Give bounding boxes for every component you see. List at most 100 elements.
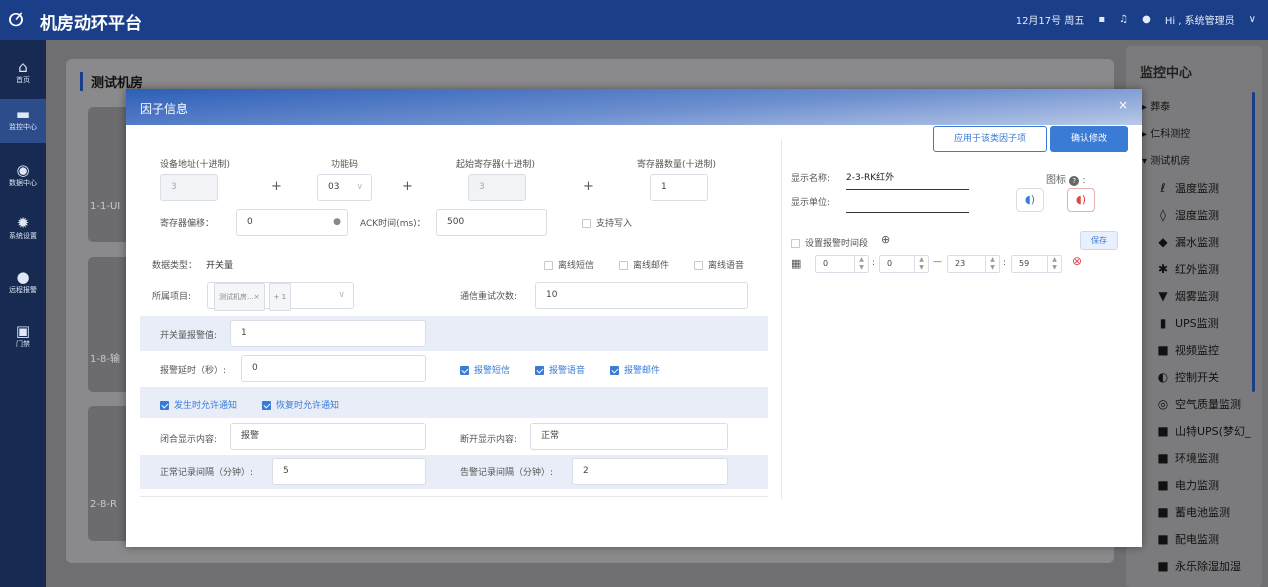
close-text-input[interactable]: 报警: [230, 423, 426, 450]
end-hour-spinner[interactable]: 23 ▲ ▼: [947, 255, 1000, 273]
remove-circle-icon[interactable]: ⊗: [1072, 254, 1082, 268]
tree-item[interactable]: ■ 山特UPS(梦幻_: [1156, 423, 1250, 439]
tree-group-label: 测试机房: [1150, 156, 1191, 167]
tree-scrollbar[interactable]: [1252, 92, 1255, 392]
register-offset-input[interactable]: 0 ●: [236, 209, 348, 236]
tree-item[interactable]: ▮ UPS监测: [1156, 315, 1219, 331]
alarm-voice-label: 报警语音: [549, 366, 586, 376]
notify-recover-checkbox[interactable]: 恢复时允许通知: [262, 398, 339, 411]
display-unit-input[interactable]: [846, 195, 969, 213]
tree-item-label: 永乐除湿加湿: [1175, 560, 1241, 573]
end-minute-spinner[interactable]: 59 ▲ ▼: [1011, 255, 1062, 273]
alarm-value-input[interactable]: 1: [230, 320, 426, 347]
notify-on-checkbox[interactable]: 发生时允许通知: [160, 398, 237, 411]
spinner-arrows[interactable]: ▲ ▼: [854, 256, 868, 272]
tree-item[interactable]: ◐ 控制开关: [1156, 369, 1219, 385]
spinner-arrows[interactable]: ▲ ▼: [1047, 256, 1061, 272]
support-write-label: 支持写入: [596, 219, 633, 229]
end-minute-value: 59: [1019, 259, 1030, 268]
project-select[interactable]: 测试机房...× + 1 ∨: [207, 282, 354, 311]
start-register-input[interactable]: 3: [468, 174, 526, 201]
help-icon[interactable]: ●: [1142, 14, 1151, 25]
tree-item[interactable]: ■ 环境监测: [1156, 450, 1219, 466]
register-count-label: 寄存器数量(十进制): [637, 160, 717, 170]
notify-on-label: 发生时允许通知: [174, 401, 238, 411]
chevron-down-icon[interactable]: ∨: [1249, 14, 1256, 25]
project-more-tag: + 1: [268, 283, 292, 311]
tree-item[interactable]: ■ 配电监测: [1156, 531, 1219, 547]
message-icon[interactable]: ▪: [1098, 14, 1105, 25]
add-circle-icon[interactable]: ⊕: [881, 233, 890, 246]
alarm-mail-checkbox[interactable]: 报警邮件: [610, 363, 660, 376]
bell-icon[interactable]: ♫: [1119, 14, 1128, 25]
checkbox-box: [582, 219, 591, 228]
alarm-delay-input[interactable]: 0: [241, 355, 426, 382]
save-period-button[interactable]: 保存: [1080, 231, 1118, 250]
confirm-button[interactable]: 确认修改: [1050, 126, 1128, 152]
alarm-interval-input[interactable]: 2: [572, 458, 728, 485]
normal-state-icon[interactable]: ◖): [1016, 188, 1044, 212]
alarm-sms-checkbox[interactable]: 报警短信: [460, 363, 510, 376]
ack-time-input[interactable]: 500: [436, 209, 547, 236]
tree-group[interactable]: ▸ 仁科测控: [1142, 125, 1190, 140]
spinner-arrows[interactable]: ▲ ▼: [914, 256, 928, 272]
data-icon: ◉: [16, 161, 30, 179]
sidebar-item-label: 系统设置: [9, 232, 37, 240]
device-address-input[interactable]: 3: [160, 174, 218, 201]
normal-interval-input[interactable]: 5: [272, 458, 426, 485]
sidebar: ⌂ 首页 ▬ 监控中心 ◉ 数据中心 ✹ 系统设置 ● 远程报警 ▣ 门禁: [0, 40, 46, 587]
tree-item[interactable]: ■ 视频监控: [1156, 342, 1219, 358]
sidebar-item-data[interactable]: ◉ 数据中心: [0, 155, 46, 199]
help-icon[interactable]: ?: [1069, 176, 1080, 186]
tree-item[interactable]: ✱ 红外监测: [1156, 261, 1219, 277]
door-icon: ▣: [15, 322, 31, 340]
project-tag[interactable]: 测试机房...×: [214, 283, 265, 311]
retry-count-input[interactable]: 10: [535, 282, 748, 309]
offline-mail-checkbox[interactable]: 离线邮件: [619, 258, 669, 271]
tree-group[interactable]: ▾ 测试机房: [1142, 152, 1190, 167]
tree-item-label: 红外监测: [1175, 263, 1219, 276]
gear-icon: ✹: [16, 214, 30, 232]
tree-group[interactable]: ▸ 葬泰: [1142, 98, 1170, 113]
alarm-voice-checkbox[interactable]: 报警语音: [535, 363, 585, 376]
checkbox-box: [460, 366, 469, 375]
tree-item[interactable]: ℓ 温度监测: [1156, 180, 1219, 196]
tree-item[interactable]: ■ 蓄电池监测: [1156, 504, 1230, 520]
display-name-input[interactable]: 2-3-RK红外: [846, 170, 969, 190]
function-code-select[interactable]: 03 ∨: [317, 174, 372, 201]
sidebar-item-label: 首页: [16, 76, 30, 84]
sidebar-item-remote-alarm[interactable]: ● 远程报警: [0, 262, 46, 306]
sidebar-item-door[interactable]: ▣ 门禁: [0, 316, 46, 360]
function-code-label: 功能码: [331, 160, 359, 170]
sidebar-item-home[interactable]: ⌂ 首页: [0, 52, 46, 96]
offline-voice-checkbox[interactable]: 离线语音: [694, 258, 744, 271]
start-minute-spinner[interactable]: 0 ▲ ▼: [879, 255, 929, 273]
sidebar-item-monitor[interactable]: ▬ 监控中心: [0, 99, 46, 143]
user-menu[interactable]: Hi , 系统管理员: [1165, 12, 1235, 27]
open-text-input[interactable]: 正常: [530, 423, 728, 450]
spinner-arrows[interactable]: ▲ ▼: [985, 256, 999, 272]
tree-item[interactable]: ◊ 湿度监测: [1156, 207, 1219, 223]
plus-sign: +: [402, 179, 413, 194]
sidebar-item-settings[interactable]: ✹ 系统设置: [0, 208, 46, 252]
display-name-label: 显示名称:: [791, 174, 831, 184]
alarm-state-icon[interactable]: ◖): [1067, 188, 1095, 212]
support-write-checkbox[interactable]: 支持写入: [582, 216, 632, 229]
checkbox-box: [535, 366, 544, 375]
alarm-period-checkbox[interactable]: 设置报警时间段: [791, 236, 868, 249]
time-colon: :: [872, 258, 876, 268]
tree-item[interactable]: ■ 电力监测: [1156, 477, 1219, 493]
apply-to-class-button[interactable]: 应用于该类因子项: [933, 126, 1047, 152]
switch-icon: ◐: [1157, 370, 1169, 384]
start-hour-spinner[interactable]: 0 ▲ ▼: [815, 255, 869, 273]
tree-item[interactable]: ◆ 漏水监测: [1156, 234, 1219, 250]
offline-sms-checkbox[interactable]: 离线短信: [544, 258, 594, 271]
tree-item[interactable]: ▼ 烟雾监测: [1156, 288, 1219, 304]
tree-item[interactable]: ◎ 空气质量监测: [1156, 396, 1241, 412]
app-title: 机房动环平台: [40, 14, 142, 34]
tree-item[interactable]: ■ 永乐除湿加湿: [1156, 558, 1241, 574]
close-icon[interactable]: ×: [1118, 98, 1128, 112]
checkbox-box: [262, 401, 271, 410]
register-count-input[interactable]: 1: [650, 174, 708, 201]
register-offset-value: 0: [247, 217, 253, 227]
